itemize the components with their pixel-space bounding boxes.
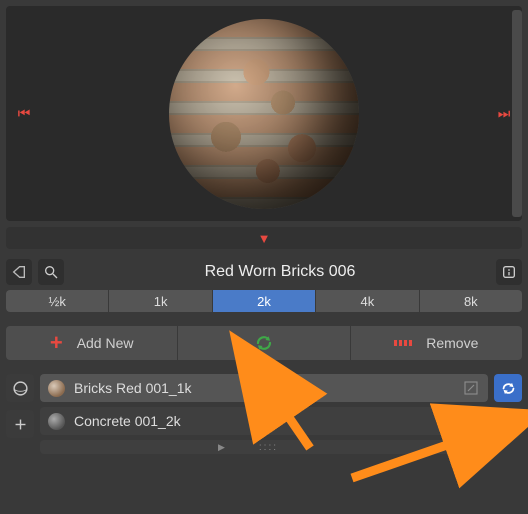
material-title: Red Worn Bricks 006 [70,263,490,281]
list-footer-grip[interactable]: ▶:::: [40,440,488,454]
material-list: Bricks Red 001_1kConcrete 001_2k▶:::: [40,374,488,454]
preview-mode-button[interactable] [6,374,34,402]
plus-icon: + [50,332,63,354]
list-item-label: Concrete 001_2k [74,413,453,429]
reload-icon [500,380,517,397]
refresh-button[interactable] [178,326,349,360]
material-preview-panel: ⏮ ⏭ [6,6,522,221]
refresh-icon [255,334,273,352]
preview-next-button[interactable]: ⏭ [494,105,514,122]
tag-back-icon [11,264,27,280]
list-item[interactable]: Concrete 001_2k [40,407,488,435]
preview-scrollbar[interactable] [512,10,522,217]
info-icon [501,264,517,280]
action-row: + Add New Remove [6,326,522,360]
material-preview-sphere [169,19,359,209]
edit-item-button[interactable] [462,379,480,397]
add-list-button[interactable] [6,410,34,438]
resolution-option-8k[interactable]: 8k [420,290,522,312]
title-row: Red Worn Bricks 006 [6,259,522,285]
remove-label: Remove [426,335,478,351]
edit-icon [462,379,480,397]
resolution-option-2k[interactable]: 2k [213,290,315,312]
expand-triangle-icon: ▶ [218,442,227,453]
material-list-area: Bricks Red 001_1kConcrete 001_2k▶:::: [6,374,522,454]
plus-small-icon [12,416,29,433]
sphere-icon [12,380,29,397]
search-icon [43,264,59,280]
search-button[interactable] [38,259,64,285]
minus-icon [394,340,412,346]
back-button[interactable] [6,259,32,285]
grip-dots-icon: :::: [259,442,278,453]
resolution-option-½k[interactable]: ½k [6,290,108,312]
list-item-label: Bricks Red 001_1k [74,380,453,396]
reload-list-button[interactable] [494,374,522,402]
collapse-preview-button[interactable]: ▼ [6,227,522,249]
collapse-icon: ▼ [258,231,271,246]
resolution-option-1k[interactable]: 1k [109,290,211,312]
export-list-button[interactable] [494,410,522,438]
edit-icon [462,412,480,430]
material-swatch-icon [48,380,65,397]
info-button[interactable] [496,259,522,285]
add-new-button[interactable]: + Add New [6,326,177,360]
export-icon [500,416,517,433]
edit-item-button[interactable] [462,412,480,430]
remove-button[interactable]: Remove [351,326,522,360]
list-item[interactable]: Bricks Red 001_1k [40,374,488,402]
material-swatch-icon [48,413,65,430]
resolution-selector: ½k1k2k4k8k [6,290,522,312]
add-new-label: Add New [77,335,134,351]
preview-prev-button[interactable]: ⏮ [14,105,34,122]
resolution-option-4k[interactable]: 4k [316,290,418,312]
